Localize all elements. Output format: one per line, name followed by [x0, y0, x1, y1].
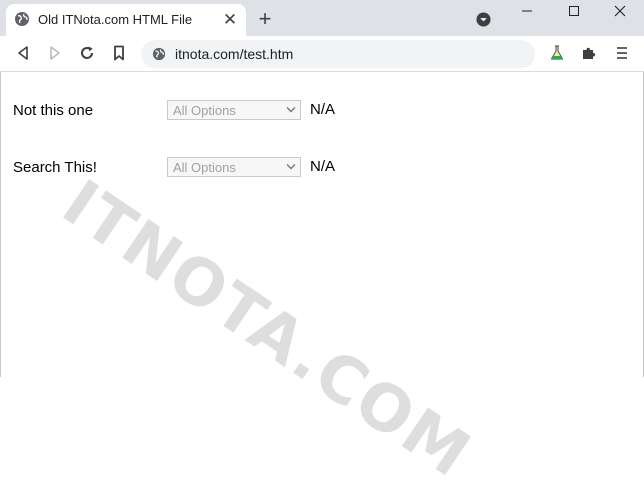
back-arrow-icon[interactable]	[14, 44, 32, 62]
row-suffix: N/A	[310, 158, 336, 175]
row-label: Search This!	[13, 159, 97, 176]
profile-dropdown-icon[interactable]	[476, 12, 491, 27]
maximize-icon[interactable]	[567, 4, 581, 18]
browser-tab[interactable]: Old ITNota.com HTML File ✕	[6, 4, 246, 36]
address-bar[interactable]: itnota.com/test.htm	[141, 40, 535, 68]
flask-icon[interactable]	[548, 44, 566, 62]
tab-strip: Old ITNota.com HTML File ✕ +	[0, 0, 644, 36]
minimize-icon[interactable]	[520, 4, 534, 18]
globe-icon[interactable]	[152, 47, 166, 61]
tab-close-button[interactable]: ✕	[220, 10, 240, 30]
select-value: All Options	[173, 103, 236, 118]
row-label: Not this one	[13, 102, 94, 119]
menu-icon[interactable]	[613, 44, 631, 62]
reload-icon[interactable]	[78, 44, 96, 62]
close-window-icon[interactable]	[613, 4, 627, 18]
bookmark-icon[interactable]	[110, 44, 128, 62]
new-tab-button[interactable]: +	[254, 8, 276, 30]
options-select[interactable]: All Options	[167, 157, 301, 177]
browser-toolbar: itnota.com/test.htm	[0, 36, 644, 72]
row-suffix: N/A	[310, 101, 336, 118]
page-content: Not this one All Options N/A Search This…	[0, 72, 644, 377]
forward-arrow-icon[interactable]	[46, 44, 64, 62]
tab-title: Old ITNota.com HTML File	[38, 12, 193, 27]
select-value: All Options	[173, 160, 236, 175]
puzzle-icon[interactable]	[580, 44, 598, 62]
options-select[interactable]: All Options	[167, 100, 301, 120]
globe-icon	[15, 12, 29, 26]
chevron-down-icon	[286, 164, 296, 170]
url-text[interactable]: itnota.com/test.htm	[175, 46, 293, 62]
chevron-down-icon	[286, 107, 296, 113]
